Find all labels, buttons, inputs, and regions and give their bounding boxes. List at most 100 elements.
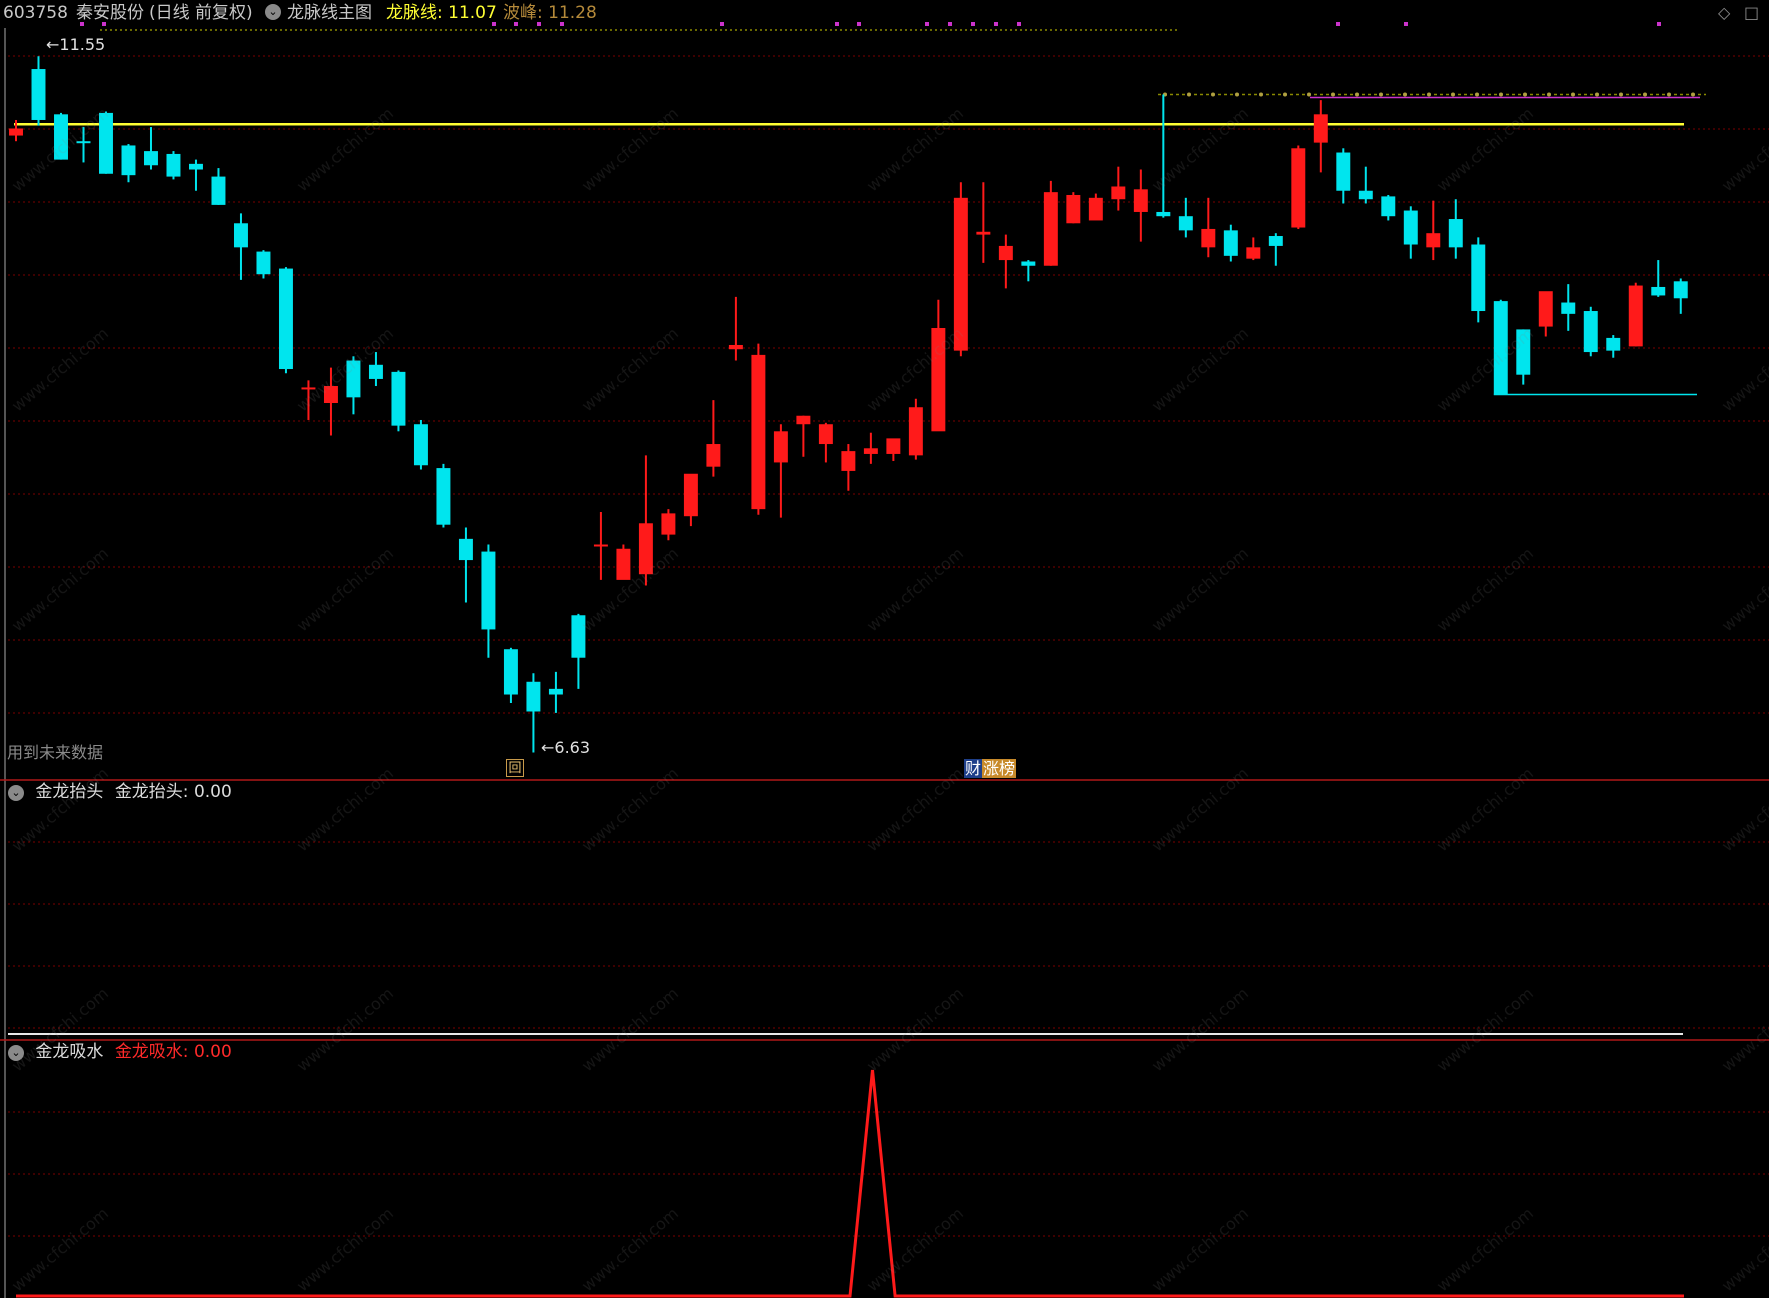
peak-dot — [1499, 92, 1503, 97]
candle-body[interactable] — [1178, 216, 1193, 231]
candle-body[interactable] — [31, 69, 46, 120]
candle-body[interactable] — [1268, 236, 1283, 246]
candle-body[interactable] — [998, 245, 1013, 261]
candle-body[interactable] — [1606, 337, 1621, 351]
candle-body[interactable] — [773, 431, 788, 463]
peak-dot — [1283, 92, 1287, 97]
jinlong-xishui-series — [16, 1069, 1684, 1298]
peak-dot — [1523, 92, 1527, 97]
candle-body[interactable] — [1561, 302, 1576, 314]
candle-body[interactable] — [1246, 247, 1261, 259]
candle-body[interactable] — [571, 615, 586, 658]
candle-body[interactable] — [1538, 291, 1553, 327]
candle-body[interactable] — [638, 523, 653, 575]
candle-body[interactable] — [211, 176, 226, 205]
panel3-value: 金龙吸水: 0.00 — [114, 1042, 232, 1062]
candle-body[interactable] — [76, 141, 91, 144]
candle-body[interactable] — [976, 231, 991, 235]
window-icon[interactable]: □ — [1744, 0, 1759, 26]
candle-body[interactable] — [1111, 186, 1126, 200]
candle-body[interactable] — [841, 451, 856, 471]
candle-body[interactable] — [751, 354, 766, 510]
candle-body[interactable] — [233, 223, 248, 248]
candle-body[interactable] — [1201, 228, 1216, 248]
candle-body[interactable] — [1358, 190, 1373, 200]
candle-body[interactable] — [908, 407, 923, 456]
candle-body[interactable] — [1043, 192, 1058, 266]
candle-body[interactable] — [99, 112, 113, 174]
candle-body[interactable] — [256, 251, 271, 275]
bottom-signal-icon[interactable]: 回 — [506, 759, 524, 777]
candle-body[interactable] — [728, 344, 743, 350]
period-mode[interactable]: (日线 前复权) — [149, 0, 253, 26]
candle-body[interactable] — [413, 424, 428, 466]
candle-body[interactable] — [166, 153, 181, 177]
candle-body[interactable] — [1516, 329, 1531, 375]
candle-body[interactable] — [683, 473, 698, 517]
candle-body[interactable] — [436, 468, 451, 525]
candle-body[interactable] — [1651, 286, 1666, 296]
candle-body[interactable] — [953, 197, 968, 351]
chevron-down-icon[interactable]: ⌄ — [8, 785, 24, 801]
candle-body[interactable] — [1021, 261, 1036, 266]
candle-body[interactable] — [121, 145, 136, 176]
candle-body[interactable] — [548, 688, 563, 695]
candle-body[interactable] — [1223, 230, 1238, 256]
candle-body[interactable] — [616, 548, 631, 580]
candlestick-series[interactable] — [9, 22, 1706, 753]
candle-body[interactable] — [458, 538, 473, 561]
candle-body[interactable] — [818, 424, 833, 445]
candle-body[interactable] — [526, 681, 541, 712]
candle-body[interactable] — [886, 438, 901, 454]
candle-body[interactable] — [188, 163, 203, 170]
candle-body[interactable] — [1493, 301, 1508, 395]
candle-body[interactable] — [301, 387, 316, 390]
candle-body[interactable] — [9, 128, 23, 136]
caizhangbang-badge[interactable]: 财涨榜 — [964, 758, 1017, 779]
candle-body[interactable] — [1583, 311, 1598, 353]
candle-body[interactable] — [1291, 148, 1306, 228]
candle-body[interactable] — [1156, 211, 1171, 217]
candle-body[interactable] — [863, 448, 878, 454]
candle-body[interactable] — [1403, 210, 1418, 245]
panel3-header: ⌄ 金龙吸水 金龙吸水: 0.00 — [8, 1041, 238, 1063]
candle-body[interactable] — [593, 544, 608, 547]
candle-body[interactable] — [796, 415, 811, 425]
peak-dot — [1667, 92, 1671, 97]
high-price-marker: ←11.55 — [46, 35, 106, 54]
panel2-value: 金龙抬头: 0.00 — [114, 782, 232, 802]
candle-body[interactable] — [1066, 194, 1081, 224]
low-price-value: 6.63 — [554, 738, 591, 757]
candle-body[interactable] — [931, 328, 946, 432]
candle-body[interactable] — [54, 114, 68, 160]
candle-body[interactable] — [503, 649, 518, 695]
candle-body[interactable] — [661, 513, 676, 535]
candle-body[interactable] — [1448, 219, 1463, 248]
candle-body[interactable] — [144, 151, 158, 166]
chart-canvas[interactable] — [0, 0, 1769, 1298]
candle-body[interactable] — [1381, 196, 1396, 217]
candle-body[interactable] — [346, 360, 361, 398]
panel3-name[interactable]: 金龙吸水 — [35, 1042, 103, 1062]
panel2-name[interactable]: 金龙抬头 — [35, 782, 103, 802]
candle-body[interactable] — [1336, 152, 1351, 191]
main-indicator-name[interactable]: 龙脉线主图 — [287, 0, 372, 26]
candle-body[interactable] — [1426, 233, 1441, 248]
chevron-down-icon[interactable]: ⌄ — [8, 1045, 24, 1061]
candle-body[interactable] — [323, 386, 338, 403]
candle-body[interactable] — [1673, 281, 1688, 299]
chevron-down-icon[interactable]: ⌄ — [265, 4, 281, 20]
candle-body[interactable] — [1471, 244, 1486, 312]
stock-name[interactable]: 秦安股份 — [76, 0, 144, 26]
candle-body[interactable] — [278, 268, 293, 370]
candle-body[interactable] — [391, 371, 406, 426]
candle-body[interactable] — [706, 444, 721, 467]
stock-code[interactable]: 603758 — [3, 0, 68, 26]
candle-body[interactable] — [368, 364, 383, 379]
candle-body[interactable] — [1628, 285, 1643, 347]
candle-body[interactable] — [481, 551, 496, 630]
candle-body[interactable] — [1313, 114, 1328, 143]
candle-body[interactable] — [1133, 189, 1148, 212]
diamond-icon[interactable]: ◇ — [1718, 0, 1730, 26]
candle-body[interactable] — [1088, 197, 1103, 221]
